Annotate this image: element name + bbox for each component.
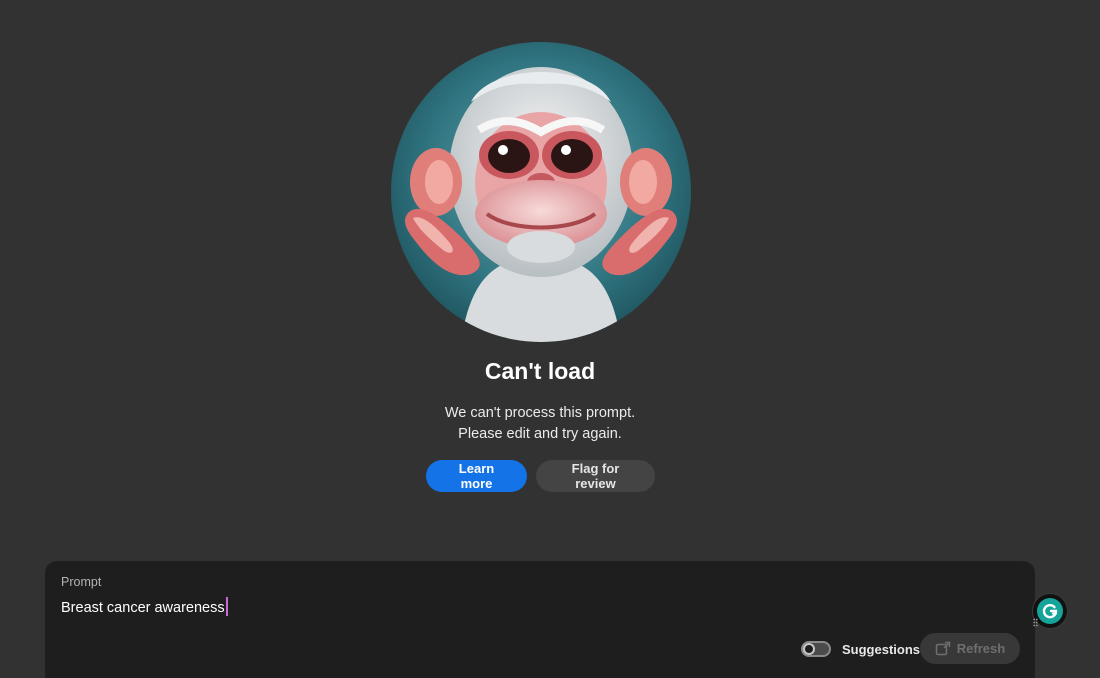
suggestions-toggle[interactable]	[801, 641, 831, 657]
prompt-input[interactable]: Breast cancer awareness	[61, 597, 228, 616]
refresh-button[interactable]: Refresh	[920, 633, 1020, 664]
prompt-label: Prompt	[61, 575, 102, 589]
drag-handle-icon[interactable]	[1033, 618, 1038, 627]
refresh-label: Refresh	[956, 641, 1006, 656]
prompt-input-value: Breast cancer awareness	[61, 600, 225, 616]
suggestions-control: Suggestions	[801, 641, 920, 657]
error-message-line-1: We can't process this prompt.	[444, 405, 636, 421]
toggle-knob	[803, 643, 815, 655]
monkey-illustration	[391, 42, 691, 342]
text-caret	[225, 597, 228, 616]
error-illustration	[391, 42, 691, 342]
error-message-line-2: Please edit and try again.	[458, 426, 622, 442]
grammarly-button[interactable]	[1033, 594, 1067, 628]
prompt-panel: Prompt Breast cancer awareness Suggestio…	[45, 561, 1035, 678]
flag-for-review-button[interactable]: Flag for review	[536, 460, 655, 492]
error-message: We can't process this prompt. Please edi…	[0, 403, 1080, 445]
error-title: Can't load	[484, 358, 596, 384]
learn-more-button[interactable]: Learn more	[426, 460, 527, 492]
grammarly-icon	[1037, 598, 1063, 624]
refresh-icon	[935, 641, 951, 655]
error-actions: Learn more Flag for review	[426, 460, 655, 492]
suggestions-label: Suggestions	[842, 641, 921, 657]
